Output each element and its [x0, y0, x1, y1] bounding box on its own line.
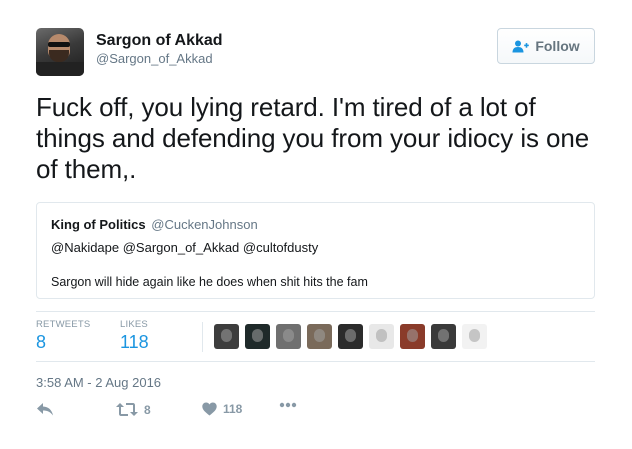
liker-avatar-figure: [376, 329, 387, 342]
more-dots-icon: [279, 402, 297, 408]
retweets-label: RETWEETS: [36, 319, 91, 330]
liker-avatar-1[interactable]: [214, 324, 239, 349]
quoted-tweet-mentions: @Nakidape @Sargon_of_Akkad @cultofdusty: [51, 240, 319, 255]
likes-label: LIKES: [120, 319, 148, 330]
liker-avatar-figure: [252, 329, 263, 342]
stats-separator: [202, 322, 203, 352]
quoted-tweet-name: King of Politics: [51, 217, 146, 232]
author-name[interactable]: Sargon of Akkad: [96, 32, 223, 50]
like-action-count: 118: [223, 402, 243, 416]
liker-avatar-5[interactable]: [338, 324, 363, 349]
retweet-button[interactable]: 8: [116, 402, 151, 417]
heart-icon: [202, 402, 217, 416]
likes-count[interactable]: 118: [120, 332, 149, 353]
quoted-tweet-handle: @CuckenJohnson: [151, 217, 258, 232]
retweets-count[interactable]: 8: [36, 332, 46, 353]
liker-avatar-3[interactable]: [276, 324, 301, 349]
liker-avatar-figure: [221, 329, 232, 342]
add-user-icon: [512, 40, 530, 52]
liker-avatars: [214, 324, 487, 349]
liker-avatar-figure: [283, 329, 294, 342]
like-button[interactable]: 118: [202, 402, 242, 416]
liker-avatar-9[interactable]: [462, 324, 487, 349]
follow-button[interactable]: Follow: [497, 28, 595, 64]
liker-avatar-figure: [345, 329, 356, 342]
quoted-tweet[interactable]: King of Politics @CuckenJohnson @Nakidap…: [36, 202, 595, 299]
liker-avatar-figure: [469, 329, 480, 342]
quoted-tweet-author: King of Politics @CuckenJohnson: [51, 217, 258, 232]
liker-avatar-figure: [438, 329, 449, 342]
avatar-shirt: [36, 62, 84, 76]
retweet-icon: [116, 403, 138, 416]
liker-avatar-6[interactable]: [369, 324, 394, 349]
quoted-tweet-text: Sargon will hide again like he does when…: [51, 275, 368, 289]
avatar-glasses: [48, 42, 70, 47]
liker-avatar-4[interactable]: [307, 324, 332, 349]
liker-avatar-figure: [314, 329, 325, 342]
follow-button-label: Follow: [535, 38, 580, 54]
avatar-beard: [49, 50, 69, 62]
tweet-text: Fuck off, you lying retard. I'm tired of…: [36, 92, 590, 184]
author-handle[interactable]: @Sargon_of_Akkad: [96, 51, 213, 66]
liker-avatar-7[interactable]: [400, 324, 425, 349]
liker-avatar-8[interactable]: [431, 324, 456, 349]
stats-divider-bottom: [36, 361, 595, 362]
retweet-action-count: 8: [144, 402, 151, 417]
reply-button[interactable]: [36, 402, 54, 417]
liker-avatar-2[interactable]: [245, 324, 270, 349]
reply-icon: [37, 403, 53, 416]
tweet-timestamp[interactable]: 3:58 AM - 2 Aug 2016: [36, 375, 161, 390]
liker-avatar-figure: [407, 329, 418, 342]
author-avatar[interactable]: [36, 28, 84, 76]
more-button[interactable]: [279, 402, 297, 408]
stats-divider-top: [36, 311, 595, 312]
